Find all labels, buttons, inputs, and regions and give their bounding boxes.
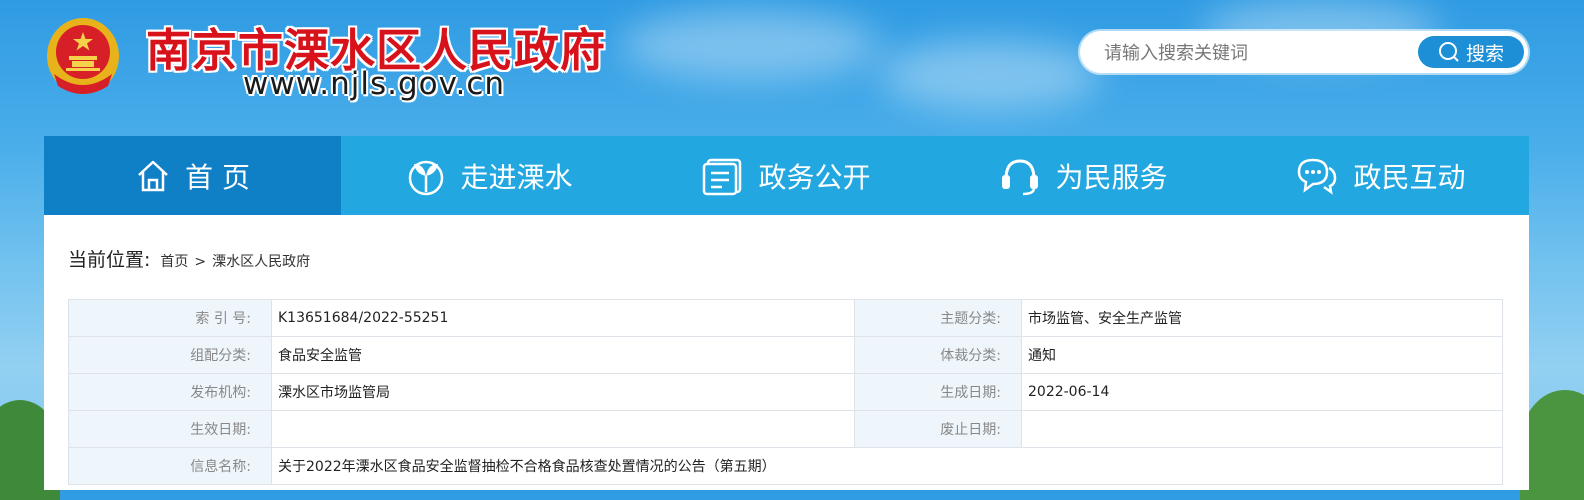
headset-icon <box>1002 158 1039 195</box>
field-label: 组配分类: <box>68 336 272 374</box>
table-row: 组配分类: 食品安全监管 体裁分类: 通知 <box>68 336 1503 374</box>
field-label: 生效日期: <box>68 410 272 448</box>
table-row: 信息名称: 关于2022年溧水区食品安全监督抽检不合格食品核查处置情况的公告（第… <box>68 447 1503 485</box>
field-label: 主题分类: <box>854 299 1022 337</box>
field-value: 食品安全监管 <box>271 336 855 374</box>
table-row: 发布机构: 溧水区市场监管局 生成日期: 2022-06-14 <box>68 373 1503 411</box>
breadcrumb-link-gov[interactable]: 溧水区人民政府 <box>212 251 310 271</box>
field-value: 通知 <box>1021 336 1503 374</box>
content-panel: 当前位置: 首页 > 溧水区人民政府 索 引 号: K13651684/2022… <box>44 215 1529 490</box>
search-button[interactable]: 搜索 <box>1418 36 1524 68</box>
nav-item-services[interactable]: 为民服务 <box>935 136 1232 215</box>
search-icon <box>1438 42 1459 62</box>
field-value <box>1021 410 1503 448</box>
breadcrumb-label: 当前位置: <box>68 249 151 271</box>
field-label: 发布机构: <box>68 373 272 411</box>
nav-item-label: 政务公开 <box>758 160 871 194</box>
nav-item-interaction[interactable]: 政民互动 <box>1232 136 1529 215</box>
field-value: 关于2022年溧水区食品安全监督抽检不合格食品核查处置情况的公告（第五期） <box>271 447 1503 485</box>
home-icon <box>138 160 168 191</box>
table-row: 索 引 号: K13651684/2022-55251 主题分类: 市场监管、安… <box>68 299 1503 337</box>
cloud-decoration <box>620 10 880 80</box>
nav-item-label: 走进溧水 <box>460 160 573 194</box>
breadcrumb-separator: > <box>194 254 207 270</box>
site-url: www.njls.gov.cn <box>243 66 506 102</box>
breadcrumb-link-home[interactable]: 首页 <box>160 251 188 271</box>
cloud-decoration <box>880 40 1100 110</box>
nav-item-label: 首 页 <box>185 160 250 194</box>
nav-item-home[interactable]: 首 页 <box>44 136 341 215</box>
breadcrumb: 当前位置: 首页 > 溧水区人民政府 <box>68 245 310 272</box>
field-label: 体裁分类: <box>854 336 1022 374</box>
field-value: K13651684/2022-55251 <box>271 299 855 337</box>
document-icon <box>703 158 742 195</box>
field-value: 市场监管、安全生产监管 <box>1021 299 1503 337</box>
search-input[interactable] <box>1102 37 1396 69</box>
search-box: 搜索 <box>1080 31 1528 73</box>
national-emblem-icon <box>47 18 119 94</box>
main-nav: 首 页 走进溧水 政务公开 为民服务 政民互动 <box>44 136 1529 215</box>
nav-item-about[interactable]: 走进溧水 <box>341 136 638 215</box>
field-value: 溧水区市场监管局 <box>271 373 855 411</box>
nav-item-label: 为民服务 <box>1055 160 1168 194</box>
field-label: 索 引 号: <box>68 299 272 337</box>
chat-icon <box>1298 158 1337 195</box>
field-value: 2022-06-14 <box>1021 373 1503 411</box>
info-table: 索 引 号: K13651684/2022-55251 主题分类: 市场监管、安… <box>68 299 1503 485</box>
field-label: 废止日期: <box>854 410 1022 448</box>
nav-item-label: 政民互动 <box>1353 160 1466 194</box>
table-row: 生效日期: 废止日期: <box>68 410 1503 448</box>
field-label: 信息名称: <box>68 447 272 485</box>
hill-decoration <box>1520 390 1584 500</box>
field-value <box>271 410 855 448</box>
search-button-label: 搜索 <box>1465 42 1504 65</box>
sprout-icon <box>409 160 444 195</box>
nav-item-gov-affairs[interactable]: 政务公开 <box>638 136 935 215</box>
field-label: 生成日期: <box>854 373 1022 411</box>
